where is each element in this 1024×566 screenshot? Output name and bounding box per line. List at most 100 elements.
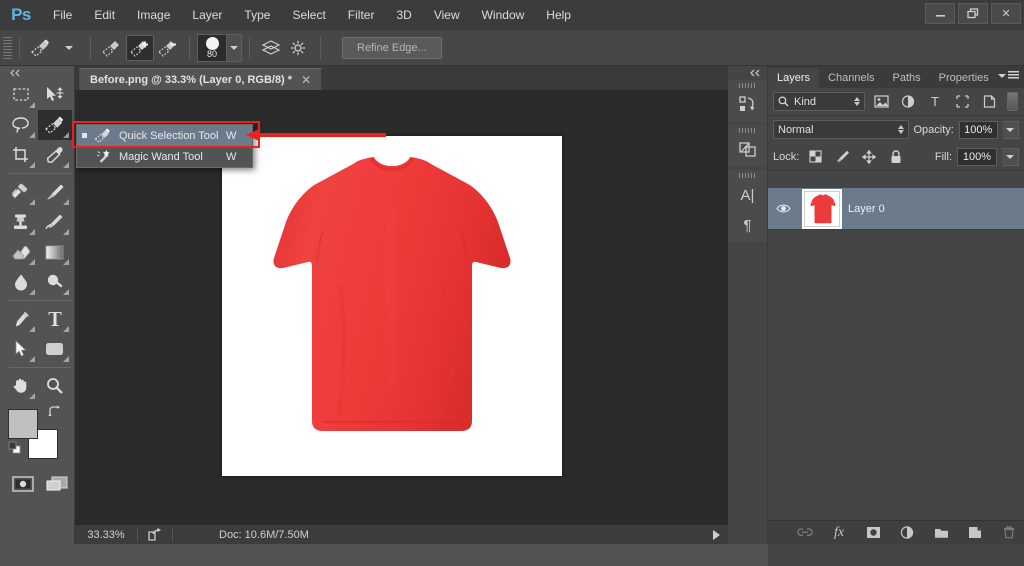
character-panel-icon[interactable]: A| [728,180,767,210]
history-panel-icon[interactable] [728,90,767,120]
menu-3d[interactable]: 3D [385,0,422,30]
tool-preset-picker[interactable] [27,35,55,61]
foreground-color-swatch[interactable] [8,409,38,439]
layer-visibility-eye-icon[interactable] [776,203,796,214]
new-layer-button[interactable] [966,524,984,542]
menu-window[interactable]: Window [471,0,536,30]
filter-pixel-layers-icon[interactable] [870,92,892,112]
layer-row-layer-0[interactable]: Layer 0 [768,188,1024,230]
dock-grip[interactable] [728,125,767,135]
zoom-tool[interactable] [38,371,72,401]
add-layer-mask-button[interactable] [864,524,882,542]
filter-shape-layers-icon[interactable] [951,92,973,112]
brush-picker-dropdown[interactable] [227,33,242,62]
filter-adjustment-layers-icon[interactable] [897,92,919,112]
lock-position-icon[interactable] [858,147,880,167]
rectangle-tool[interactable] [38,334,72,364]
paragraph-panel-icon[interactable]: ¶ [728,210,767,240]
auto-enhance-icon[interactable] [285,35,313,61]
adjustments-panel-icon[interactable] [728,135,767,165]
menu-help[interactable]: Help [535,0,582,30]
lock-image-pixels-icon[interactable] [831,147,853,167]
toolbar-collapse-button[interactable] [0,66,74,80]
tab-channels[interactable]: Channels [819,68,883,88]
spot-healing-brush-tool[interactable] [4,177,38,207]
menu-layer[interactable]: Layer [181,0,233,30]
path-selection-tool[interactable] [4,334,38,364]
add-layer-style-button[interactable]: fx [830,524,848,542]
rectangular-marquee-tool[interactable] [4,80,38,110]
horizontal-type-tool[interactable] [38,304,72,334]
tab-layers[interactable]: Layers [768,68,820,88]
quick-selection-tool[interactable] [38,110,72,140]
clone-stamp-tool[interactable] [4,207,38,237]
quick-mask-button[interactable] [6,469,40,499]
menu-select[interactable]: Select [281,0,336,30]
blend-mode-select[interactable]: Normal [773,120,909,139]
opacity-input[interactable]: 100% [958,120,998,139]
filter-toggle-switch[interactable] [1007,92,1018,111]
image-canvas[interactable] [222,136,562,476]
new-selection-mode-button[interactable] [98,35,126,61]
menu-view[interactable]: View [423,0,471,30]
filter-kind-select[interactable]: Kind [773,92,865,111]
minimize-button[interactable] [925,3,955,24]
panel-menu-icon[interactable] [998,71,1019,80]
link-layers-button[interactable] [796,524,814,542]
filter-type-layers-icon[interactable]: T [924,92,946,112]
menu-type[interactable]: Type [233,0,281,30]
close-button[interactable]: ✕ [991,3,1021,24]
layer-list[interactable]: Layer 0 [768,188,1024,566]
restore-button[interactable] [958,3,988,24]
add-to-selection-mode-button[interactable] [126,34,154,61]
menu-file[interactable]: File [42,0,83,30]
zoom-level[interactable]: 33.33% [75,529,137,541]
play-arrow-icon[interactable] [713,529,720,540]
hand-tool[interactable] [4,371,38,401]
tool-preset-dropdown-icon[interactable] [55,35,83,61]
menu-filter[interactable]: Filter [337,0,386,30]
flyout-item-quick-selection-tool[interactable]: Quick Selection Tool W [77,125,252,146]
new-group-button[interactable] [932,524,950,542]
brush-size-preview[interactable]: 80 [197,33,227,62]
lasso-tool[interactable] [4,110,38,140]
filter-smart-objects-icon[interactable] [978,92,1000,112]
blur-tool[interactable] [4,267,38,297]
layer-name[interactable]: Layer 0 [848,203,885,215]
tab-properties[interactable]: Properties [930,68,998,88]
dock-grip[interactable] [728,170,767,180]
lock-transparent-pixels-icon[interactable] [804,147,826,167]
refine-edge-button[interactable]: Refine Edge... [342,36,442,59]
gradient-tool[interactable] [38,237,72,267]
lock-all-icon[interactable] [885,147,907,167]
history-brush-tool[interactable] [38,207,72,237]
delete-layer-button[interactable] [1000,524,1018,542]
sample-all-layers-icon[interactable] [257,35,285,61]
eraser-tool[interactable] [4,237,38,267]
dock-grip[interactable] [728,80,767,90]
close-icon[interactable]: ✕ [301,73,311,87]
opacity-dropdown-icon[interactable] [1002,120,1019,139]
fill-dropdown-icon[interactable] [1002,147,1019,166]
move-tool[interactable] [38,80,72,110]
fill-input[interactable]: 100% [957,147,997,166]
subtract-from-selection-mode-button[interactable] [154,35,182,61]
menu-image[interactable]: Image [126,0,181,30]
pen-tool[interactable] [4,304,38,334]
flyout-item-magic-wand-tool[interactable]: Magic Wand Tool W [77,146,252,167]
layer-thumbnail[interactable] [802,188,842,229]
crop-tool[interactable] [4,140,38,170]
brush-tool[interactable] [38,177,72,207]
swap-colors-icon[interactable] [48,405,61,418]
tab-paths[interactable]: Paths [884,68,930,88]
document-tab[interactable]: Before.png @ 33.3% (Layer 0, RGB/8) * ✕ [79,68,323,90]
default-colors-icon[interactable] [8,441,21,454]
share-icon[interactable] [138,528,172,541]
menu-edit[interactable]: Edit [83,0,126,30]
dock-expand-button[interactable] [728,66,767,80]
screen-mode-button[interactable] [40,469,74,499]
eyedropper-tool[interactable] [38,140,72,170]
dodge-tool[interactable] [38,267,72,297]
options-bar-grip[interactable] [3,36,12,59]
new-fill-adjustment-layer-button[interactable] [898,524,916,542]
